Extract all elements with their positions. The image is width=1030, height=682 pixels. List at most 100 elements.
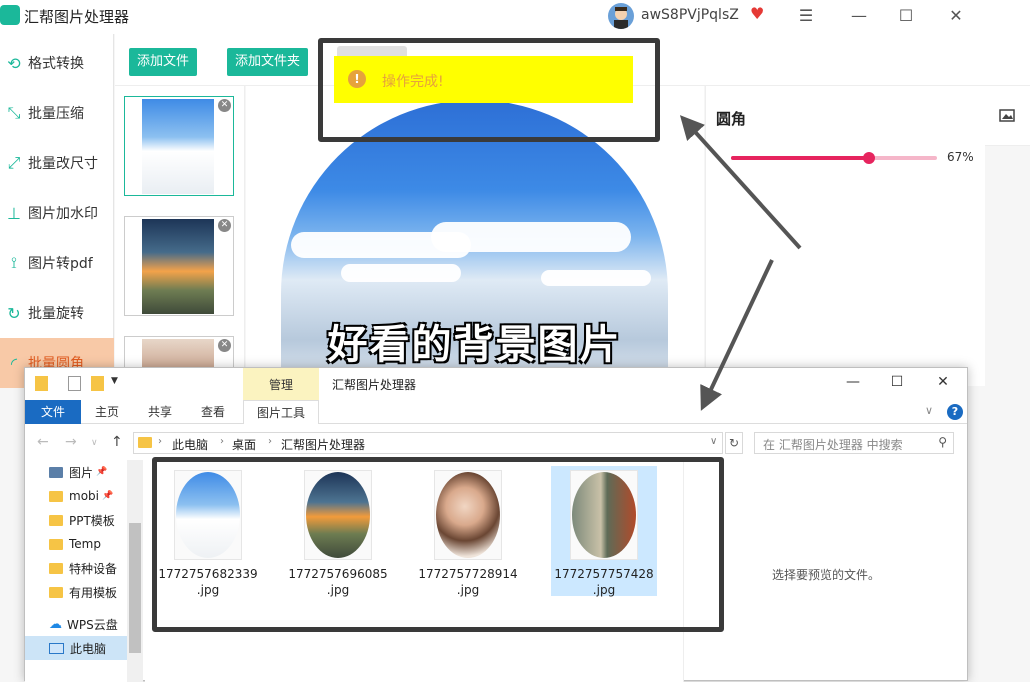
radius-label: 圆角: [716, 110, 747, 128]
search-input[interactable]: 在 汇帮图片处理器 中搜索 ⚲: [754, 432, 954, 454]
thumbnail-item[interactable]: ✕: [124, 216, 234, 316]
back-arrow-icon[interactable]: ←: [37, 434, 49, 450]
vip-heart-icon[interactable]: ♥: [750, 4, 764, 23]
sidebar-item-batch-compress[interactable]: ⤡ 批量压缩: [0, 88, 114, 138]
cloud: [431, 222, 631, 252]
sidebar-item-batch-rotate[interactable]: ↻ 批量旋转: [0, 288, 114, 338]
breadcrumb-current-folder[interactable]: 汇帮图片处理器: [281, 436, 365, 453]
ribbon-tab-picture-tools[interactable]: 图片工具: [243, 400, 319, 424]
nav-item-useful-templates[interactable]: 有用模板: [49, 580, 117, 604]
pin-icon: 📌: [101, 491, 114, 501]
sidebar-item-label: 批量改尺寸: [28, 156, 98, 172]
folder-icon: [49, 586, 63, 598]
compress-icon: ⤡: [7, 103, 21, 122]
sidebar-item-image-to-pdf[interactable]: ⟟ 图片转pdf: [0, 238, 114, 288]
sidebar: ⟲ 格式转换 ⤡ 批量压缩 ⤢ 批量改尺寸 ⊥ 图片加水印 ⟟ 图片转pdf ↻ 批量旋转 …: [0, 34, 114, 388]
breadcrumb-separator: ›: [158, 436, 162, 447]
thumbnail-image: [142, 99, 214, 194]
nav-item-label: PPT模板: [69, 513, 115, 528]
sidebar-item-label: 批量旋转: [28, 306, 84, 322]
resize-icon: ⤢: [7, 153, 21, 172]
manage-context-tab[interactable]: 管理: [243, 368, 319, 400]
address-row: ← → ∨ ↑ › 此电脑 › 桌面 › 汇帮图片处理器 ∨ ↻ 在 汇帮图片处…: [25, 426, 967, 460]
close-icon[interactable]: ✕: [946, 6, 966, 25]
pictures-icon: [49, 466, 63, 478]
sidebar-item-format-convert[interactable]: ⟲ 格式转换: [0, 38, 114, 88]
ribbon-tab-file[interactable]: 文件: [25, 400, 81, 424]
address-bar[interactable]: › 此电脑 › 桌面 › 汇帮图片处理器 ∨: [133, 432, 723, 454]
sidebar-item-label: 图片加水印: [28, 206, 98, 222]
explorer-titlebar: ▼ 管理 汇帮图片处理器 — ☐ ✕: [25, 368, 967, 400]
image-icon: [999, 109, 1015, 122]
folder-icon: [49, 514, 63, 526]
nav-scrollbar-thumb[interactable]: [129, 523, 141, 653]
new-folder-icon[interactable]: [91, 376, 104, 391]
avatar[interactable]: [608, 3, 634, 29]
up-arrow-icon[interactable]: ↑: [111, 434, 123, 450]
preview-hint: 选择要预览的文件。: [772, 568, 881, 582]
thumbnail-image: [142, 219, 214, 314]
recent-locations-icon[interactable]: ∨: [91, 438, 98, 448]
remove-thumbnail-icon[interactable]: ✕: [218, 219, 231, 232]
nav-item-label: 图片: [69, 465, 94, 480]
thumbnail-item[interactable]: ✕: [124, 96, 234, 196]
ribbon-expand-icon[interactable]: ∨: [925, 404, 933, 417]
nav-item-mobi[interactable]: mobi 📌: [49, 484, 113, 508]
help-icon[interactable]: ?: [947, 404, 963, 420]
ribbon-tab-home[interactable]: 主页: [87, 400, 127, 424]
convert-icon: ⟲: [7, 53, 21, 73]
folder-icon: [49, 538, 63, 550]
nav-item-label: Temp: [69, 537, 101, 551]
quick-access-dropdown-icon[interactable]: ▼: [111, 376, 118, 386]
username[interactable]: awS8PVjPqlsZ: [641, 7, 739, 23]
breadcrumb-desktop[interactable]: 桌面: [232, 436, 256, 453]
nav-item-wps-cloud[interactable]: ☁ WPS云盘: [49, 612, 118, 636]
radius-slider-thumb[interactable]: [863, 152, 876, 164]
ribbon-tab-share[interactable]: 共享: [140, 400, 180, 424]
folder-icon: [49, 562, 63, 574]
files-highlight-frame: [152, 457, 724, 632]
nav-item-label: mobi: [69, 489, 99, 503]
nav-item-pictures[interactable]: 图片 📌: [49, 460, 107, 484]
remove-thumbnail-icon[interactable]: ✕: [218, 99, 231, 112]
rotate-icon: ↻: [7, 303, 21, 323]
computer-icon: [49, 642, 64, 654]
sidebar-item-batch-resize[interactable]: ⤢ 批量改尺寸: [0, 138, 114, 188]
nav-item-this-pc[interactable]: 此电脑: [25, 636, 127, 660]
sidebar-item-watermark[interactable]: ⊥ 图片加水印: [0, 188, 114, 238]
radius-slider[interactable]: [731, 152, 937, 164]
remove-thumbnail-icon[interactable]: ✕: [218, 339, 231, 352]
sidebar-item-label: 格式转换: [28, 56, 84, 72]
avatar-icon: [614, 7, 628, 29]
explorer-close-icon[interactable]: ✕: [933, 374, 953, 390]
nav-item-temp[interactable]: Temp: [49, 532, 101, 556]
nav-item-label: 此电脑: [70, 641, 107, 656]
image-view-button[interactable]: [985, 86, 1030, 146]
search-placeholder: 在 汇帮图片处理器 中搜索: [763, 438, 903, 452]
explorer-ribbon: 文件 主页 共享 查看 图片工具 ∨ ?: [25, 400, 967, 424]
stamp-icon: ⊥: [7, 203, 21, 223]
menu-icon[interactable]: ☰: [796, 6, 816, 25]
nav-item-special-equipment[interactable]: 特种设备: [49, 556, 117, 580]
explorer-maximize-icon[interactable]: ☐: [887, 374, 907, 390]
explorer-minimize-icon[interactable]: —: [843, 374, 863, 390]
add-folder-button[interactable]: 添加文件夹: [227, 48, 309, 76]
ribbon-tab-view[interactable]: 查看: [193, 400, 233, 424]
nav-item-label: 特种设备: [69, 561, 118, 576]
address-dropdown-icon[interactable]: ∨: [710, 436, 717, 447]
nav-item-ppt-templates[interactable]: PPT模板: [49, 508, 115, 532]
add-file-button[interactable]: 添加文件: [129, 48, 198, 76]
breadcrumb-this-pc[interactable]: 此电脑: [172, 436, 208, 453]
minimize-icon[interactable]: —: [849, 6, 869, 25]
properties-icon[interactable]: [68, 376, 81, 391]
navigation-pane: 图片 📌 mobi 📌 PPT模板 Temp 特种设备 有用模板 ☁ WPS云盘 此电…: [25, 460, 143, 682]
preview-pane: 选择要预览的文件。: [683, 460, 967, 682]
nav-item-label: 有用模板: [69, 585, 118, 600]
forward-arrow-icon[interactable]: →: [65, 434, 77, 450]
refresh-icon[interactable]: ↻: [725, 432, 743, 454]
folder-icon: [35, 376, 48, 391]
explorer-title: 汇帮图片处理器: [332, 378, 417, 392]
maximize-icon[interactable]: ☐: [896, 6, 916, 25]
radius-slider-fill: [731, 156, 870, 160]
breadcrumb-separator: ›: [220, 436, 224, 447]
